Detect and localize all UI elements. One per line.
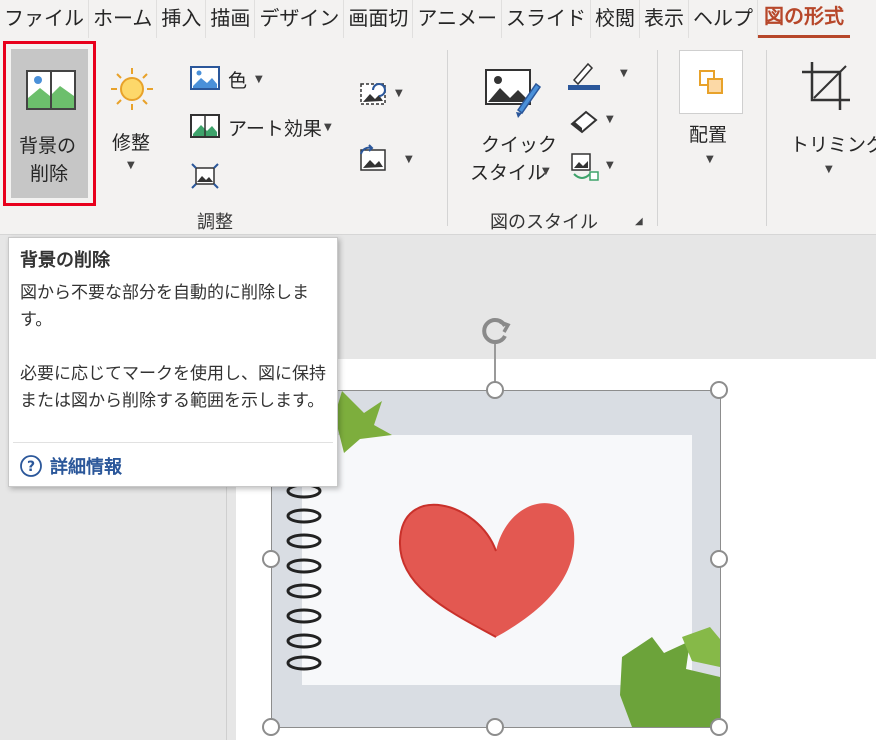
color-dropdown-icon: ▼: [255, 74, 263, 85]
group-separator-1: [447, 50, 448, 226]
remove-background-label-line2: 削除: [30, 163, 69, 185]
artistic-effects-label: アート効果: [228, 118, 322, 140]
change-picture-dropdown-icon: ▼: [395, 88, 403, 99]
tab-home[interactable]: ホーム: [89, 0, 158, 38]
picture-border-icon: [568, 62, 600, 90]
more-info-label: 詳細情報: [50, 457, 122, 478]
svg-text:?: ?: [27, 459, 35, 475]
arrange-button[interactable]: 配置 ▼: [676, 48, 746, 198]
resize-handle-bottom-right[interactable]: [710, 718, 728, 736]
rotate-handle-stem: [494, 344, 496, 384]
picture-layout-button[interactable]: ▼: [566, 150, 626, 184]
change-picture-button[interactable]: ▼: [355, 78, 415, 110]
color-button[interactable]: 色 ▼: [188, 62, 278, 94]
picture-border-button[interactable]: ▼: [566, 58, 636, 92]
tab-view[interactable]: 表示: [640, 0, 690, 38]
picture-effects-icon: [570, 110, 598, 134]
tooltip-paragraph-2: 必要に応じてマークを使用し、図に保持または図から削除する範囲を示します。: [20, 364, 326, 411]
arrange-dropdown-icon: ▼: [706, 154, 714, 165]
tab-transitions[interactable]: 画面切: [344, 0, 414, 38]
resize-handle-top-right[interactable]: [710, 381, 728, 399]
remove-background-tooltip: 背景の削除 図から不要な部分を自動的に削除します。 必要に応じてマークを使用し、…: [8, 237, 338, 487]
tab-draw[interactable]: 描画: [206, 0, 256, 38]
quick-styles-label-line1: クイック: [481, 134, 558, 156]
heart-notebook-picture-icon: [272, 391, 720, 727]
tab-help[interactable]: ヘルプ: [689, 0, 759, 38]
rotate-handle-icon[interactable]: [478, 313, 514, 349]
picture-effects-button[interactable]: ▼: [566, 104, 626, 138]
crop-icon: [802, 62, 850, 110]
adjust-group-label: 調整: [197, 212, 233, 233]
tab-design[interactable]: デザイン: [255, 0, 345, 38]
compress-pictures-button[interactable]: [188, 160, 222, 192]
picture-color-icon: [190, 66, 220, 90]
help-icon: ?: [20, 455, 42, 477]
tooltip-body: 図から不要な部分を自動的に削除します。 必要に応じてマークを使用し、図に保持また…: [20, 280, 332, 415]
quick-styles-icon: [485, 69, 542, 118]
change-picture-icon: [360, 83, 386, 105]
remove-background-icon: [26, 70, 76, 110]
tab-slideshow[interactable]: スライド: [502, 0, 592, 38]
selected-picture[interactable]: [271, 390, 721, 728]
quick-styles-button[interactable]: クイック スタイル ▼: [466, 60, 558, 200]
crop-dropdown-icon: ▼: [825, 164, 833, 175]
reset-picture-icon: [360, 144, 386, 171]
picture-layout-icon: [571, 153, 599, 181]
corrections-label: 修整: [112, 132, 151, 154]
quick-styles-label-line2: スタイル: [470, 162, 547, 184]
tab-insert[interactable]: 挿入: [157, 0, 207, 38]
reset-picture-dropdown-icon: ▼: [405, 154, 413, 165]
reset-picture-button[interactable]: ▼: [355, 142, 425, 176]
corrections-button[interactable]: 修整 ▼: [102, 58, 162, 198]
corrections-dropdown-icon: ▼: [127, 160, 135, 171]
slide-thumbnail-pane: [0, 485, 227, 740]
artistic-effects-icon: [190, 114, 220, 138]
tooltip-divider: [13, 442, 333, 443]
picture-layout-dropdown-icon: ▼: [606, 160, 614, 171]
tab-review[interactable]: 校閲: [591, 0, 641, 38]
crop-button[interactable]: トリミング ▼: [786, 58, 876, 203]
group-separator-3: [766, 50, 767, 226]
quick-styles-dropdown-icon: ▼: [542, 166, 550, 177]
picture-effects-dropdown-icon: ▼: [606, 114, 614, 125]
resize-handle-bottom-middle[interactable]: [486, 718, 504, 736]
tab-picture-format[interactable]: 図の形式: [758, 0, 851, 38]
tooltip-title: 背景の削除: [20, 250, 110, 271]
tab-file[interactable]: ファイル: [0, 0, 89, 38]
arrange-icon-box: [679, 50, 743, 114]
ribbon-tab-bar: ファイル ホーム 挿入 描画 デザイン 画面切 アニメー スライド 校閲 表示 …: [0, 0, 876, 38]
crop-label: トリミング: [790, 134, 876, 156]
picture-styles-group-label: 図のスタイル: [490, 212, 598, 233]
arrange-icon: [699, 70, 723, 94]
picture-border-dropdown-icon: ▼: [620, 68, 628, 79]
resize-handle-middle-left[interactable]: [262, 550, 280, 568]
artistic-effects-button[interactable]: アート効果 ▼: [188, 110, 338, 142]
resize-handle-bottom-left[interactable]: [262, 718, 280, 736]
group-separator-2: [657, 50, 658, 226]
remove-background-label-line1: 背景の: [19, 135, 77, 157]
color-label: 色: [228, 70, 248, 92]
resize-handle-top-middle[interactable]: [486, 381, 504, 399]
compress-pictures-icon: [191, 163, 219, 189]
tab-animations[interactable]: アニメー: [413, 0, 503, 38]
tooltip-more-info-link[interactable]: ? 詳細情報: [20, 453, 122, 479]
resize-handle-middle-right[interactable]: [710, 550, 728, 568]
picture-styles-dialog-launcher-icon[interactable]: ◢: [635, 216, 643, 227]
sun-icon: [111, 68, 153, 110]
tooltip-paragraph-1: 図から不要な部分を自動的に削除します。: [20, 283, 309, 330]
arrange-label: 配置: [689, 124, 728, 146]
artistic-effects-dropdown-icon: ▼: [324, 122, 332, 133]
remove-background-button[interactable]: 背景の 削除: [3, 41, 96, 206]
ribbon-panel: 背景の 削除 修整 ▼ 色 ▼ アート効果 ▼ ▼ ▼ 調整 クイック スタイル…: [0, 38, 876, 235]
